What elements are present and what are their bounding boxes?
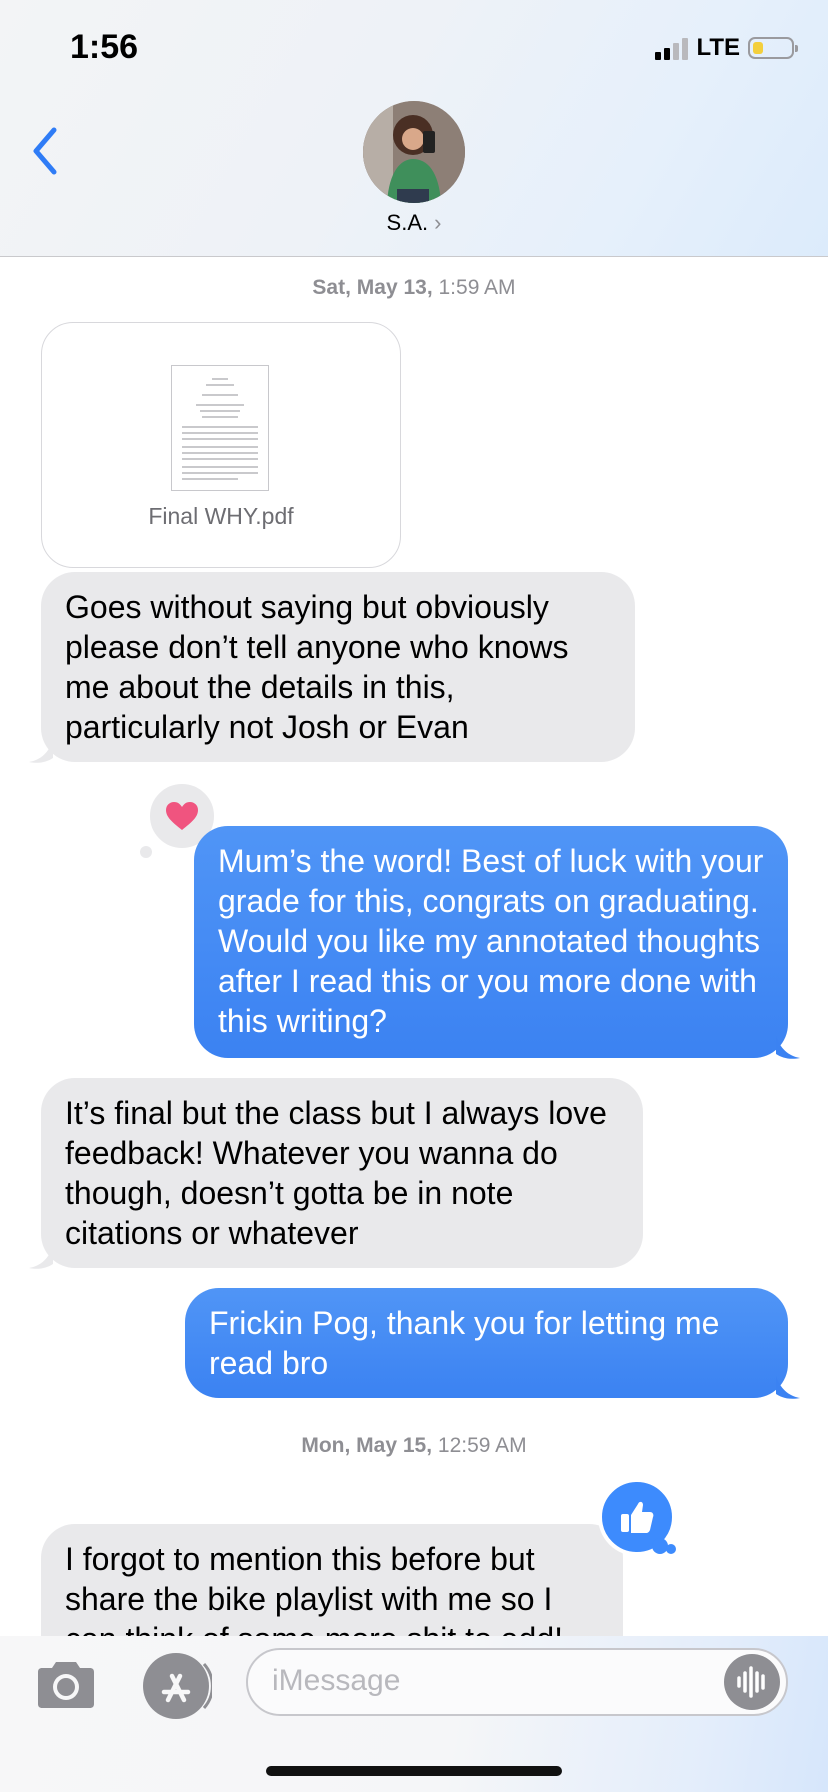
conversation-header: 1:56 LTE S.A. › xyxy=(0,0,828,257)
contact-name[interactable]: S.A. › xyxy=(0,210,828,236)
timestamp: Sat, May 13, 1:59 AM xyxy=(0,276,828,300)
home-indicator[interactable] xyxy=(266,1766,562,1776)
message-bubble-sent[interactable]: Frickin Pog, thank you for letting me re… xyxy=(185,1288,788,1398)
message-text: Frickin Pog, thank you for letting me re… xyxy=(209,1305,720,1381)
timestamp: Mon, May 15, 12:59 AM xyxy=(0,1434,828,1458)
app-store-icon[interactable] xyxy=(140,1650,212,1722)
battery-icon xyxy=(748,37,798,59)
tapback-dot xyxy=(666,1544,676,1554)
avatar-photo xyxy=(363,101,465,203)
back-icon[interactable] xyxy=(28,124,64,178)
audio-waveform-icon xyxy=(737,1666,765,1698)
pdf-attachment[interactable]: Final WHY.pdf xyxy=(41,322,401,568)
bubble-tail xyxy=(776,1376,800,1399)
imessage-input[interactable]: iMessage xyxy=(246,1648,788,1716)
contact-name-text: S.A. xyxy=(386,210,429,235)
status-indicators: LTE xyxy=(655,34,798,62)
status-time: 1:56 xyxy=(70,28,139,66)
camera-icon[interactable] xyxy=(34,1654,98,1718)
message-bubble-received[interactable]: Goes without saying but obviously please… xyxy=(41,572,635,762)
message-text: Mum’s the word! Best of luck with your g… xyxy=(218,843,764,1039)
pdf-thumbnail xyxy=(171,365,269,491)
contact-avatar[interactable] xyxy=(363,101,465,203)
message-text: Goes without saying but obviously please… xyxy=(65,589,569,745)
timestamp-day: Mon, May 15, xyxy=(301,1434,433,1457)
bubble-tail xyxy=(776,1036,800,1059)
network-type: LTE xyxy=(696,34,740,61)
message-text: It’s final but the class but I always lo… xyxy=(65,1095,607,1251)
chevron-right-icon: › xyxy=(434,210,442,235)
timestamp-time: 12:59 AM xyxy=(437,1434,527,1457)
signal-icon xyxy=(655,36,689,60)
message-bubble-sent[interactable]: Mum’s the word! Best of luck with your g… xyxy=(194,826,788,1058)
timestamp-day: Sat, May 13, xyxy=(312,276,433,299)
attachment-file-name: Final WHY.pdf xyxy=(148,503,294,529)
bubble-tail xyxy=(29,1246,53,1269)
timestamp-time: 1:59 AM xyxy=(438,276,516,299)
bubble-tail xyxy=(29,740,53,763)
audio-message-button[interactable] xyxy=(724,1654,780,1710)
message-bubble-received[interactable]: It’s final but the class but I always lo… xyxy=(41,1078,643,1268)
